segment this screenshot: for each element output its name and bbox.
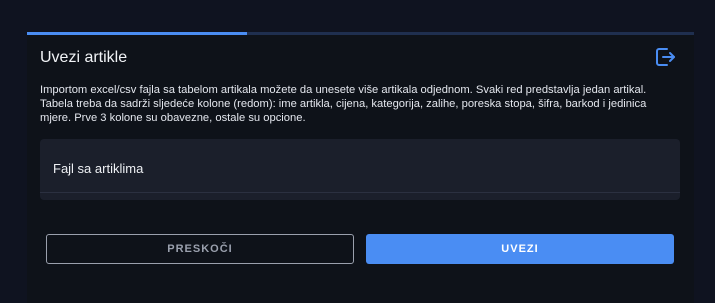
skip-button[interactable]: PRESKOČI [46, 234, 354, 264]
dialog-description: Importom excel/csv fajla sa tabelom arti… [40, 84, 647, 124]
progress-bar [27, 32, 694, 35]
progress-bar-fill [27, 32, 248, 35]
import-button[interactable]: UVEZI [366, 234, 674, 264]
import-dialog: Uvezi artikle Importom excel/csv fajla s… [27, 32, 694, 303]
dialog-title: Uvezi artikle [40, 49, 128, 66]
file-upload-field[interactable]: Fajl sa artiklima [40, 139, 680, 200]
exit-icon[interactable] [653, 45, 677, 69]
file-upload-label: Fajl sa artiklima [53, 161, 144, 176]
file-upload-divider [40, 192, 680, 193]
